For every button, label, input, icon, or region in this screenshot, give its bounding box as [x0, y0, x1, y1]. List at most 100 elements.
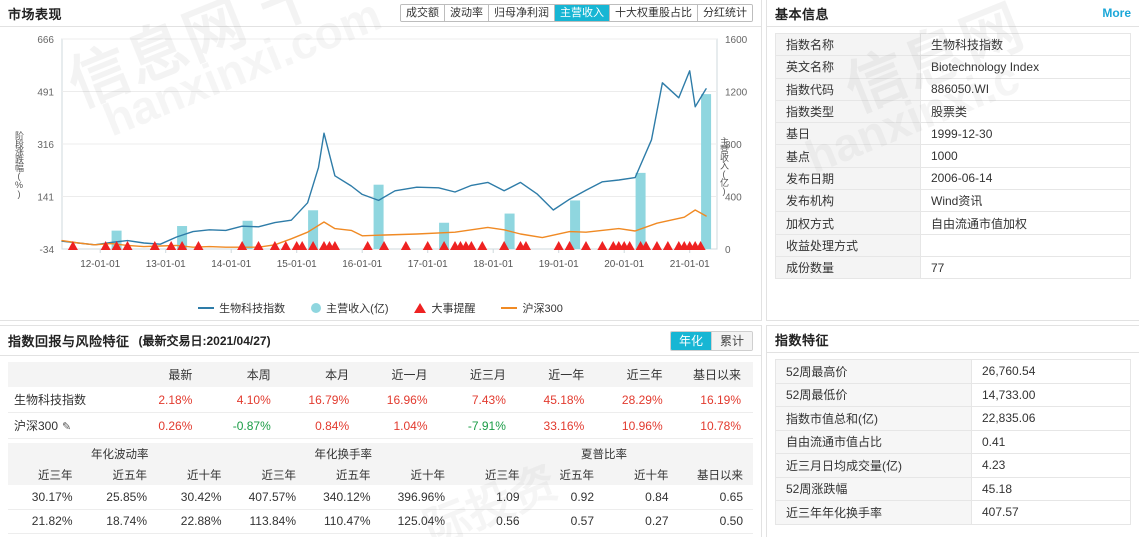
svg-text:21-01-01: 21-01-01: [670, 259, 710, 270]
info-key: 指数类型: [776, 100, 921, 122]
table-row: 发布日期2006-06-14: [776, 167, 1131, 189]
risk-col-header: 近五年: [530, 464, 605, 485]
svg-text:17-01-01: 17-01-01: [408, 259, 448, 270]
risk-group-header: 年化波动率: [8, 443, 232, 464]
returns-col-header: 近一年: [518, 362, 596, 387]
characteristic-key: 近三月日均成交量(亿): [776, 454, 972, 478]
returns-header-row: 最新本周本月近一月近三月近一年近三年基日以来: [8, 362, 753, 387]
tab-2[interactable]: 归母净利润: [489, 5, 555, 21]
info-key: 指数名称: [776, 34, 921, 56]
characteristic-value: 26,760.54: [972, 360, 1131, 384]
info-key: 基日: [776, 123, 921, 145]
market-performance-header: 市场表现 成交额波动率归母净利润主营收入十大权重股占比分红统计: [0, 0, 761, 27]
svg-text:15-01-01: 15-01-01: [277, 259, 317, 270]
info-value: 自由流通市值加权: [921, 212, 1131, 234]
svg-text:316: 316: [37, 140, 54, 151]
characteristic-value: 14,733.00: [972, 383, 1131, 407]
tab-5[interactable]: 分红统计: [698, 5, 752, 21]
index-characteristics-table: 52周最高价26,760.5452周最低价14,733.00指数市值总和(亿)2…: [775, 359, 1131, 525]
index-characteristics-panel: 指数特征 52周最高价26,760.5452周最低价14,733.00指数市值总…: [766, 325, 1139, 537]
risk-cell: 18.74%: [83, 509, 158, 533]
characteristic-key: 近三年年化换手率: [776, 501, 972, 525]
characteristic-value: 45.18: [972, 477, 1131, 501]
legend-label: 生物科技指数: [219, 300, 285, 316]
svg-text:666: 666: [37, 35, 54, 46]
risk-cell: 0.50: [679, 509, 754, 533]
characteristic-value: 0.41: [972, 430, 1131, 454]
basic-info-table: 指数名称生物科技指数英文名称Biotechnology Index指数代码886…: [775, 33, 1131, 279]
returns-table: 最新本周本月近一月近三月近一年近三年基日以来生物科技指数2.18%4.10%16…: [8, 362, 753, 439]
risk-cell: 0.65: [679, 485, 754, 509]
chart-legend[interactable]: 生物科技指数 主营收入(亿) 大事提醒 沪深300: [0, 300, 761, 316]
svg-text:20-01-01: 20-01-01: [604, 259, 644, 270]
characteristic-key: 52周最高价: [776, 360, 972, 384]
line-icon: [198, 307, 214, 309]
legend-item-3[interactable]: 沪深300: [501, 300, 562, 316]
edit-pencil-icon[interactable]: ✎: [62, 420, 71, 433]
info-value: 77: [921, 256, 1131, 278]
svg-text:-34: -34: [40, 245, 55, 256]
market-chart[interactable]: 阶段涨跌幅(%) 主营收入(亿) -3414131649166604008001…: [0, 27, 761, 320]
risk-cell: 396.96%: [381, 485, 456, 509]
risk-header-row: 近三年近五年近十年近三年近五年近十年近三年近五年近十年基日以来: [8, 464, 753, 485]
returns-cell: 10.96%: [596, 413, 674, 439]
market-performance-panel: 市场表现 成交额波动率归母净利润主营收入十大权重股占比分红统计 阶段涨跌幅(%)…: [0, 0, 762, 321]
returns-cell: 16.19%: [675, 387, 753, 413]
svg-text:800: 800: [725, 140, 742, 151]
basic-info-header: 基本信息 More: [767, 0, 1139, 27]
page-title: 市场表现: [8, 4, 62, 23]
legend-item-2[interactable]: 大事提醒: [414, 300, 475, 316]
table-row: 指数代码886050.WI: [776, 78, 1131, 100]
returns-cell: 2.18%: [126, 387, 204, 413]
returns-cell: 7.43%: [440, 387, 518, 413]
returns-row-label: 沪深300✎: [8, 413, 126, 439]
svg-text:16-01-01: 16-01-01: [342, 259, 382, 270]
svg-text:0: 0: [725, 245, 731, 256]
basic-info-title: 基本信息: [775, 4, 829, 23]
tab-0[interactable]: 成交额: [401, 5, 445, 21]
annualized-cumulative-toggle[interactable]: 年化累计: [670, 331, 753, 351]
index-characteristics-title: 指数特征: [775, 330, 829, 349]
risk-cell: 30.42%: [157, 485, 232, 509]
svg-text:18-01-01: 18-01-01: [473, 259, 513, 270]
tab-4[interactable]: 十大权重股占比: [610, 5, 698, 21]
circle-icon: [311, 303, 321, 313]
risk-col-header: 近五年: [306, 464, 381, 485]
risk-cell: 0.27: [604, 509, 679, 533]
table-row: 沪深300✎0.26%-0.87%0.84%1.04%-7.91%33.16%1…: [8, 413, 753, 439]
info-key: 英文名称: [776, 56, 921, 78]
returns-cell: 0.26%: [126, 413, 204, 439]
chart-canvas: -3414131649166604008001200160012-01-0113…: [0, 27, 762, 320]
svg-text:141: 141: [37, 193, 54, 204]
market-metric-tabs[interactable]: 成交额波动率归母净利润主营收入十大权重股占比分红统计: [400, 4, 753, 22]
risk-cell: 22.88%: [157, 509, 232, 533]
table-row: 基日1999-12-30: [776, 123, 1131, 145]
table-row: 52周涨跌幅45.18: [776, 477, 1131, 501]
returns-risk-header: 指数回报与风险特征 (最新交易日:2021/04/27) 年化累计: [0, 326, 761, 356]
legend-item-0[interactable]: 生物科技指数: [198, 300, 285, 316]
table-row: 基点1000: [776, 145, 1131, 167]
toggle-annualized[interactable]: 年化: [671, 332, 712, 350]
risk-cell: 0.92: [530, 485, 605, 509]
risk-cell: 25.85%: [83, 485, 158, 509]
returns-cell: -7.91%: [440, 413, 518, 439]
more-link[interactable]: More: [1102, 6, 1131, 20]
toggle-cumulative[interactable]: 累计: [712, 332, 752, 350]
tab-1[interactable]: 波动率: [445, 5, 489, 21]
risk-col-header: 近三年: [8, 464, 83, 485]
legend-item-1[interactable]: 主营收入(亿): [311, 300, 388, 316]
table-row: 自由流通市值占比0.41: [776, 430, 1131, 454]
risk-cell: 21.82%: [8, 509, 83, 533]
risk-cell: 0.84: [604, 485, 679, 509]
triangle-icon: [414, 303, 426, 313]
legend-label: 主营收入(亿): [326, 300, 388, 316]
table-row: 30.17%25.85%30.42%407.57%340.12%396.96%1…: [8, 485, 753, 509]
info-value: 886050.WI: [921, 78, 1131, 100]
svg-text:14-01-01: 14-01-01: [211, 259, 251, 270]
tab-3[interactable]: 主营收入: [555, 5, 610, 21]
returns-cell: 4.10%: [204, 387, 282, 413]
table-row: 成份数量77: [776, 256, 1131, 278]
info-value: 1999-12-30: [921, 123, 1131, 145]
risk-col-header: 近十年: [381, 464, 456, 485]
returns-col-header: 基日以来: [675, 362, 753, 387]
